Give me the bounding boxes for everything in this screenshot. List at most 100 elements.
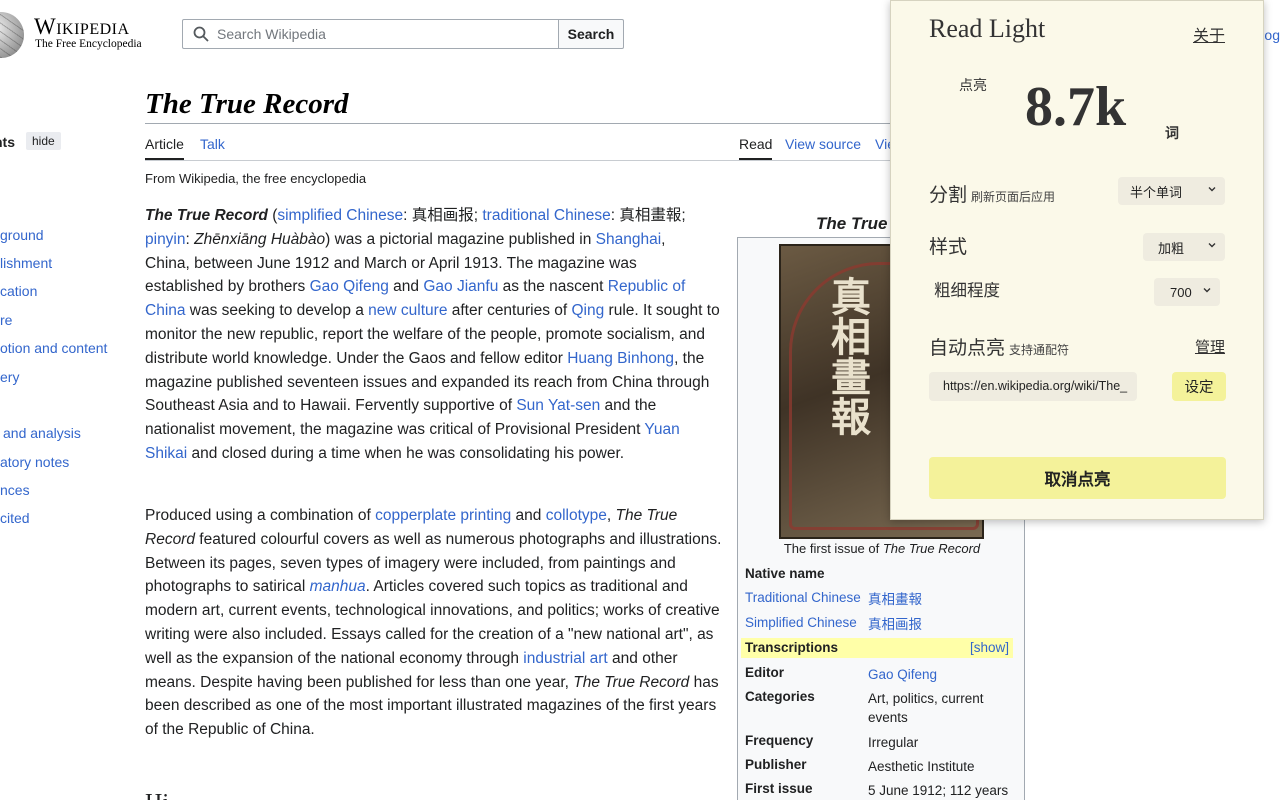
editor-link[interactable]: Gao Qifeng: [868, 665, 1018, 684]
link-qing[interactable]: Qing: [572, 302, 605, 319]
toc-item[interactable]: ery: [0, 369, 19, 385]
toc-item[interactable]: otion and content: [0, 340, 107, 356]
wikipedia-wordmark[interactable]: Wikipedia: [34, 14, 130, 40]
show-transcriptions-toggle[interactable]: [show]: [970, 640, 1009, 655]
link-gao-qifeng[interactable]: Gao Qifeng: [310, 278, 389, 295]
caption-text: The first issue of: [783, 541, 883, 556]
toc-item[interactable]: cation: [0, 283, 37, 299]
text: and closed during a time when he was con…: [187, 444, 625, 462]
link-sun-yat-sen[interactable]: Sun Yat-sen: [516, 397, 600, 414]
lit-label: 点亮: [959, 77, 987, 93]
publisher-label: Publisher: [745, 757, 807, 772]
set-button[interactable]: 设定: [1172, 372, 1226, 401]
toc-item[interactable]: atory notes: [0, 454, 69, 470]
text: (: [267, 207, 278, 224]
search-input[interactable]: Search Wikipedia: [182, 19, 559, 49]
link-collotype[interactable]: collotype: [546, 507, 607, 524]
tab-talk[interactable]: Talk: [200, 136, 225, 152]
text-bold-italic: The True Record: [145, 207, 268, 224]
cancel-highlight-button[interactable]: 取消点亮: [929, 457, 1226, 499]
section-heading-history: Hi: [145, 790, 169, 800]
weight-setting-label: 粗细程度: [934, 282, 1000, 300]
split-setting-label: 分割 刷新页面后应用: [929, 180, 1055, 207]
lead-paragraph: The True Record (simplified Chinese: 真相画…: [145, 204, 725, 466]
style-select-value: 加粗: [1158, 240, 1185, 256]
auto-label: 自动点亮: [929, 338, 1006, 359]
toc-item[interactable]: ground: [0, 227, 44, 243]
site-subtitle: From Wikipedia, the free encyclopedia: [145, 171, 367, 186]
popup-brand-title: Read Light: [929, 14, 1046, 43]
traditional-chinese-value[interactable]: 真相畫報: [868, 590, 1018, 609]
traditional-chinese-link[interactable]: Traditional Chinese: [745, 590, 861, 605]
text: established by brothers: [145, 278, 310, 296]
link-traditional-chinese[interactable]: traditional Chinese: [482, 207, 610, 224]
text: after centuries of: [447, 302, 572, 320]
publisher-value: Aesthetic Institute: [868, 759, 975, 774]
link-industrial-art[interactable]: industrial art: [523, 650, 607, 667]
link-huang-binhong[interactable]: Huang Binhong: [567, 350, 674, 367]
link-gao-jianfu[interactable]: Gao Jianfu: [423, 278, 498, 295]
auto-light-label: 自动点亮 支持通配符: [929, 333, 1069, 360]
weight-select-value: 700: [1170, 284, 1192, 300]
split-select[interactable]: 半个单词: [1118, 177, 1225, 205]
chevron-down-icon: [1208, 243, 1216, 248]
toc-item[interactable]: nces: [0, 482, 30, 498]
about-link[interactable]: 关于: [1193, 22, 1225, 46]
first-issue-value: 5 June 1912; 112 years: [868, 783, 1009, 798]
chevron-down-icon: [1203, 288, 1211, 293]
toc-heading: nts: [0, 134, 15, 150]
tabs-divider: [145, 160, 895, 161]
native-name-label: Native name: [745, 566, 825, 581]
url-pattern-input[interactable]: https://en.wikipedia.org/wiki/The_: [929, 372, 1137, 401]
page-title: The True Record: [145, 88, 349, 120]
text: and: [388, 278, 424, 296]
toc-item[interactable]: re: [0, 312, 12, 328]
infobox-title: The True: [816, 214, 888, 233]
read-light-popup: Read Light 关于 点亮 8.7k 词 分割 刷新页面后应用 半个单词 样…: [890, 0, 1264, 520]
link-new-culture[interactable]: new culture: [368, 302, 447, 319]
first-issue-label: First issue: [745, 781, 813, 796]
word-count: 8.7k: [1025, 76, 1127, 138]
link-simplified-chinese[interactable]: simplified Chinese: [277, 207, 403, 224]
text: was seeking to develop a: [185, 302, 369, 320]
text: China, between June 1912 and March or Ap…: [145, 254, 637, 272]
weight-select[interactable]: 700: [1154, 278, 1220, 306]
manage-link[interactable]: 管理: [1195, 336, 1225, 357]
auto-hint: 支持通配符: [1009, 343, 1070, 357]
toc-hide-button[interactable]: hide: [26, 132, 61, 150]
link-copperplate-printing[interactable]: copperplate printing: [375, 507, 511, 524]
text: Produced using a combination of: [145, 507, 376, 524]
image-caption: The first issue of The True Record: [738, 541, 1026, 556]
link-shanghai[interactable]: Shanghai: [596, 231, 662, 248]
text: :: [185, 230, 195, 248]
toc-item[interactable]: cited: [0, 510, 30, 526]
toc-item[interactable]: lishment: [0, 255, 52, 271]
text: ) was a pictorial magazine published in: [325, 230, 596, 248]
style-select[interactable]: 加粗: [1143, 233, 1225, 261]
text: : 真相畫報;: [610, 207, 686, 224]
toc-item[interactable]: and analysis: [3, 425, 81, 441]
link-manhua[interactable]: manhua: [310, 578, 366, 595]
tab-read[interactable]: Read: [739, 136, 773, 160]
simplified-chinese-link[interactable]: Simplified Chinese: [745, 615, 857, 630]
transcriptions-label: Transcriptions: [745, 640, 839, 655]
split-select-value: 半个单词: [1130, 184, 1183, 200]
editor-label: Editor: [745, 665, 784, 680]
text: as the nascent: [498, 278, 608, 296]
categories-label: Categories: [745, 689, 815, 704]
tab-article[interactable]: Article: [145, 136, 184, 160]
split-hint: 刷新页面后应用: [971, 190, 1056, 204]
text: ,: [606, 507, 616, 524]
style-setting-label: 样式: [929, 237, 968, 258]
link-pinyin[interactable]: pinyin: [145, 231, 186, 248]
frequency-value: Irregular: [868, 735, 919, 750]
search-button[interactable]: Search: [558, 19, 624, 49]
cover-title: 真相畫報: [825, 276, 870, 436]
text: and: [511, 507, 546, 524]
wikipedia-globe-logo[interactable]: [0, 12, 24, 58]
login-link-cut[interactable]: og: [1264, 27, 1280, 43]
text-italic: Zhēnxiāng Huàbào: [194, 230, 326, 248]
simplified-chinese-value[interactable]: 真相画报: [868, 615, 1018, 634]
title-divider: [145, 123, 895, 124]
tab-view-source[interactable]: View source: [785, 136, 861, 152]
